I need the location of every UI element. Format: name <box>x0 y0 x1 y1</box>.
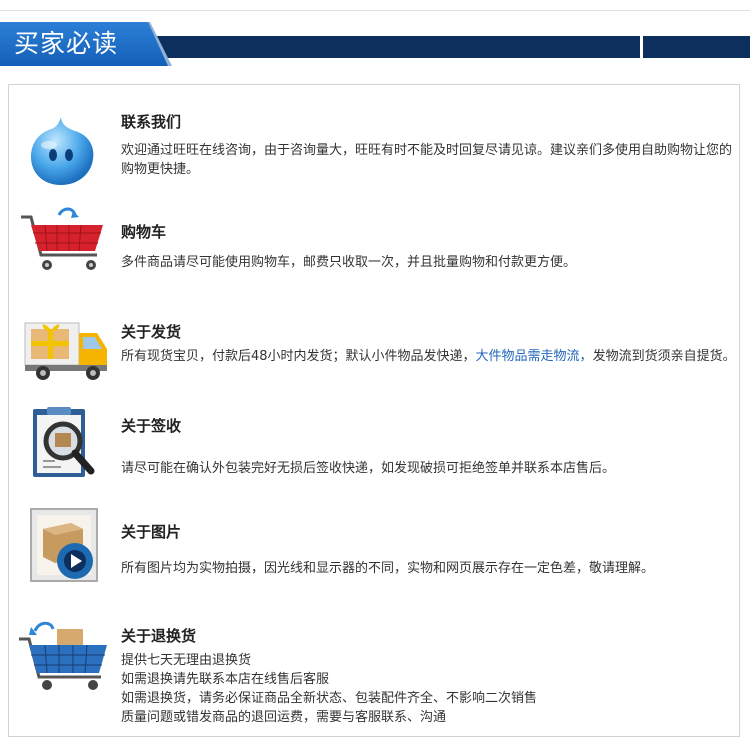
section-text: 所有图片均为实物拍摄，因光线和显示器的不同，实物和网页展示存在一定色差，敬请理解… <box>121 561 655 576</box>
section-text: 提供七天无理由退换货 如需退换请先联系本店在线售后客服 如需退换货，请务必保证商… <box>121 651 741 727</box>
return-line: 质量问题或错发商品的退回运费，需要与客服联系、沟通 <box>121 710 447 725</box>
return-line: 如需退换请先联系本店在线售后客服 <box>121 672 330 687</box>
section-title: 关于发货 <box>121 323 182 341</box>
section-title: 购物车 <box>121 223 167 241</box>
notice-panel: 联系我们 欢迎通过旺旺在线咨询，由于咨询量大，旺旺有时不能及时回复尽请见谅。建议… <box>8 84 740 737</box>
return-line: 如需退换货，请务必保证商品全新状态、包装配件齐全、不影响二次销售 <box>121 691 538 706</box>
return-cart-icon <box>17 617 113 697</box>
page-title: 买家必读 <box>14 29 119 58</box>
section-title: 关于图片 <box>121 523 182 541</box>
highlight-text: 大件物品需走物流， <box>475 349 593 364</box>
section-title: 联系我们 <box>121 113 182 131</box>
top-divider <box>0 0 750 11</box>
delivery-truck-icon <box>17 311 113 391</box>
page-header: 买家必读 <box>0 14 750 66</box>
section-text: 请尽可能在确认外包装完好无损后签收快递，如发现破损可拒绝签单并联系本店售后。 <box>121 461 616 476</box>
chat-bubble-icon <box>17 111 113 191</box>
section-text: 欢迎通过旺旺在线咨询，由于咨询量大，旺旺有时不能及时回复尽请见谅。建议亲们多使用… <box>121 143 733 177</box>
return-line: 提供七天无理由退换货 <box>121 653 252 668</box>
section-text: 所有现货宝贝，付款后48小时内发货；默认小件物品发快递，大件物品需走物流，发物流… <box>121 349 736 364</box>
section-text: 多件商品请尽可能使用购物车，邮费只收取一次，并且批量购物和付款更方便。 <box>121 255 577 270</box>
shopping-cart-icon <box>17 203 113 283</box>
section-title: 关于退换货 <box>121 627 197 645</box>
inspection-magnifier-icon <box>17 405 113 485</box>
photo-frame-icon <box>17 507 113 587</box>
section-title: 关于签收 <box>121 417 182 435</box>
